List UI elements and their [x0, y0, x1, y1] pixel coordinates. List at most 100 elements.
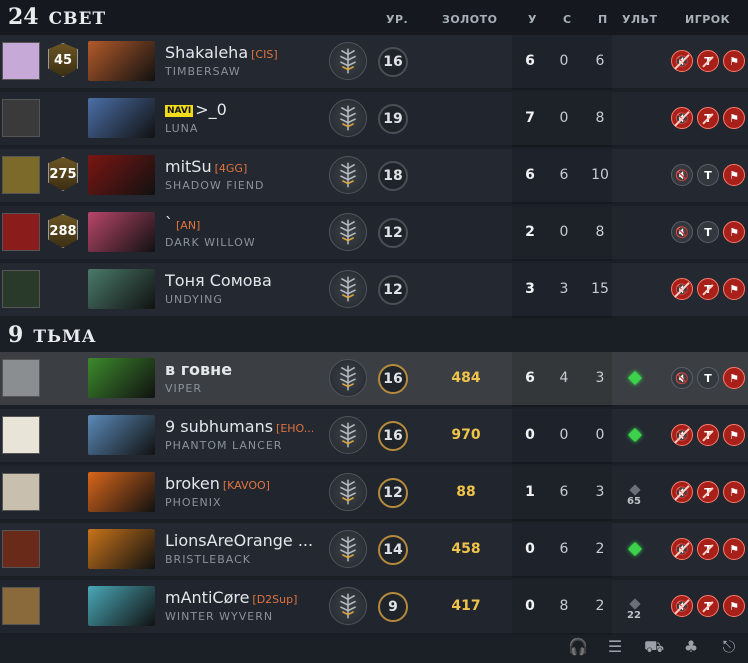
player-avatar[interactable]: [2, 213, 40, 251]
report-button[interactable]: ⚑: [723, 481, 745, 503]
mute-voice-button[interactable]: 🔇: [671, 50, 693, 72]
dire-header: 9 ТЬМА: [0, 319, 748, 351]
player-avatar[interactable]: [2, 587, 40, 625]
mute-text-button[interactable]: T: [697, 107, 719, 129]
talent-tree-icon[interactable]: [329, 530, 367, 568]
player-name: Shakaleha [CIS]: [165, 43, 278, 62]
col-player: ИГРОК: [685, 13, 731, 26]
report-button[interactable]: ⚑: [723, 278, 745, 300]
speaker-icon: 🔇: [675, 282, 689, 296]
player-row[interactable]: 45 Shakaleha [CIS] TIMBERSAW 16 6 0 6 🔇 T ⚑: [0, 35, 748, 90]
shop-icon[interactable]: ⛟: [644, 637, 664, 657]
mute-text-button[interactable]: T: [697, 481, 719, 503]
talent-tree-icon[interactable]: [329, 42, 367, 80]
player-avatar[interactable]: [2, 416, 40, 454]
hero-portrait[interactable]: [88, 41, 155, 81]
team-tag: [KAVOO]: [222, 479, 270, 492]
hero-portrait[interactable]: [88, 415, 155, 455]
report-button[interactable]: ⚑: [723, 50, 745, 72]
hero-portrait[interactable]: [88, 358, 155, 398]
player-row[interactable]: 275 mitSu [4GG] SHADOW FIEND 18 6 6 10 🔇 T ⚑: [0, 149, 748, 204]
player-row[interactable]: в говне VIPER 16 484 6 4 3 🔇 T ⚑: [0, 352, 748, 407]
mute-text-button[interactable]: T: [697, 278, 719, 300]
player-avatar[interactable]: [2, 530, 40, 568]
player-avatar[interactable]: [2, 270, 40, 308]
mute-voice-button[interactable]: 🔇: [671, 595, 693, 617]
player-row[interactable]: broken [KAVOO] PHOENIX 12 88 1 6 3 65 🔇 T ⚑: [0, 466, 748, 521]
report-button[interactable]: ⚑: [723, 221, 745, 243]
mute-voice-button[interactable]: 🔇: [671, 107, 693, 129]
text-icon: T: [704, 428, 712, 442]
text-icon: T: [704, 111, 712, 125]
player-name-text: broken: [165, 474, 220, 493]
radiant-name: СВЕТ: [48, 9, 107, 29]
hero-portrait[interactable]: [88, 586, 155, 626]
ult-ready-icon: [627, 541, 643, 557]
hero-name: UNDYING: [165, 293, 223, 306]
mute-text-button[interactable]: T: [697, 50, 719, 72]
player-avatar[interactable]: [2, 359, 40, 397]
team-badge: NAVI: [165, 105, 194, 117]
mute-text-button[interactable]: T: [697, 538, 719, 560]
player-avatar[interactable]: [2, 156, 40, 194]
talent-tree-icon[interactable]: [329, 270, 367, 308]
hero-portrait[interactable]: [88, 269, 155, 309]
report-button[interactable]: ⚑: [723, 595, 745, 617]
exit-icon[interactable]: ⎋: [720, 637, 738, 657]
report-button[interactable]: ⚑: [723, 424, 745, 446]
report-button[interactable]: ⚑: [723, 367, 745, 389]
report-button[interactable]: ⚑: [723, 538, 745, 560]
mute-voice-button[interactable]: 🔇: [671, 221, 693, 243]
hero-portrait[interactable]: [88, 529, 155, 569]
list-icon[interactable]: ☰: [606, 637, 624, 657]
player-avatar[interactable]: [2, 473, 40, 511]
hero-level: 16: [378, 47, 408, 77]
talent-tree-icon[interactable]: [329, 416, 367, 454]
hero-level: 14: [378, 535, 408, 565]
mute-voice-button[interactable]: 🔇: [671, 164, 693, 186]
ult-cooldown: 22: [627, 610, 641, 621]
talent-tree-icon[interactable]: [329, 473, 367, 511]
talent-tree-icon[interactable]: [329, 156, 367, 194]
player-row[interactable]: Тоня Сомова UNDYING 12 3 3 15 🔇 T ⚑: [0, 263, 748, 318]
player-row[interactable]: LionsAreOrange ... BRISTLEBACK 14 458 0 6 2 🔇 T ⚑: [0, 523, 748, 578]
mute-text-button[interactable]: T: [697, 221, 719, 243]
mute-text-button[interactable]: T: [697, 424, 719, 446]
talent-tree-icon[interactable]: [329, 587, 367, 625]
player-avatar[interactable]: [2, 42, 40, 80]
talent-tree-icon[interactable]: [329, 359, 367, 397]
player-name-text: Тоня Сомова: [165, 271, 272, 290]
player-row[interactable]: mAntiCøre [D2Sup] WINTER WYVERN 9 417 0 8 2 22 🔇 T…: [0, 580, 748, 635]
ult-cooldown-icon: [629, 598, 641, 610]
mute-text-button[interactable]: T: [697, 164, 719, 186]
player-avatar[interactable]: [2, 99, 40, 137]
hero-portrait[interactable]: [88, 98, 155, 138]
kills: 6: [525, 370, 535, 386]
report-button[interactable]: ⚑: [723, 164, 745, 186]
hero-portrait[interactable]: [88, 212, 155, 252]
mute-voice-button[interactable]: 🔇: [671, 538, 693, 560]
hero-portrait[interactable]: [88, 472, 155, 512]
deaths: 8: [559, 598, 569, 614]
rank-badge: 45: [48, 43, 78, 77]
player-row[interactable]: 288 ` [AN] DARK WILLOW 12 2 0 8 🔇 T ⚑: [0, 206, 748, 261]
mute-text-button[interactable]: T: [697, 595, 719, 617]
mute-voice-button[interactable]: 🔇: [671, 367, 693, 389]
report-button[interactable]: ⚑: [723, 107, 745, 129]
assists: 8: [595, 110, 605, 126]
hero-portrait[interactable]: [88, 155, 155, 195]
mute-text-button[interactable]: T: [697, 367, 719, 389]
player-name-text: >_0: [195, 100, 227, 119]
deaths: 4: [559, 370, 569, 386]
talent-tree-icon[interactable]: [329, 99, 367, 137]
tree-icon[interactable]: ♣: [682, 637, 700, 657]
mute-voice-button[interactable]: 🔇: [671, 278, 693, 300]
mute-voice-button[interactable]: 🔇: [671, 481, 693, 503]
mute-voice-button[interactable]: 🔇: [671, 424, 693, 446]
talent-tree-icon[interactable]: [329, 213, 367, 251]
player-row[interactable]: 9 subhumans [EHO... PHANTOM LANCER 16 970 0 0 0…: [0, 409, 748, 464]
player-name-text: mAntiCøre: [165, 588, 250, 607]
headset-icon[interactable]: 🎧: [568, 637, 588, 657]
player-row[interactable]: NAVI >_0 LUNA 19 7 0 8 🔇 T ⚑: [0, 92, 748, 147]
kills: 6: [525, 53, 535, 69]
